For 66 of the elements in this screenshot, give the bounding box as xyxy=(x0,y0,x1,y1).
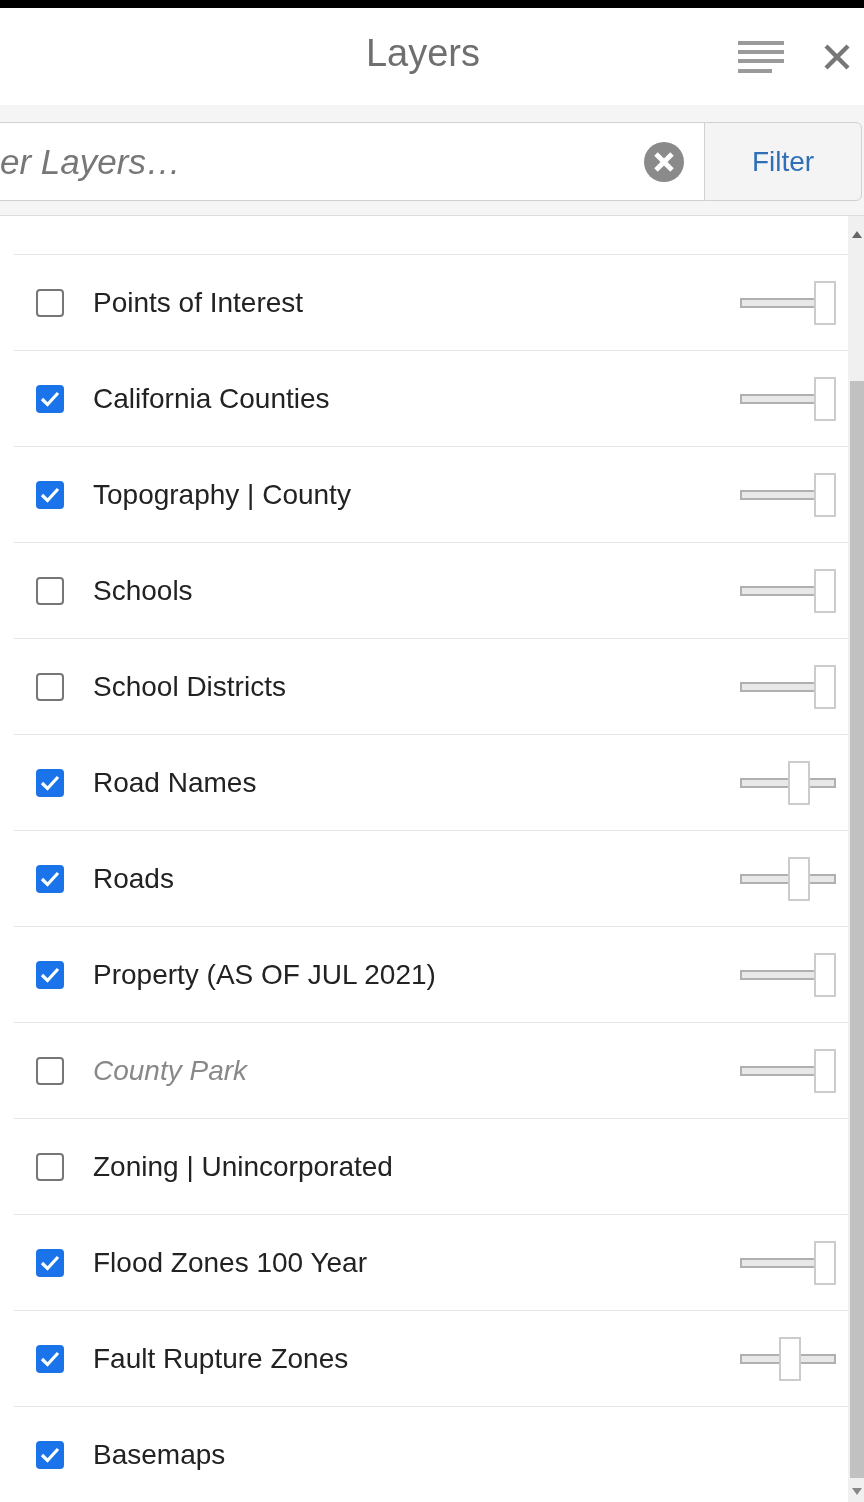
checkbox[interactable] xyxy=(36,480,64,509)
clear-icon[interactable] xyxy=(644,141,684,182)
checkbox[interactable] xyxy=(36,672,64,701)
checkmark-icon xyxy=(40,390,60,407)
checkmark-icon xyxy=(40,1350,60,1367)
layer-name: Points of Interest xyxy=(93,286,304,319)
filter-button[interactable]: Filter xyxy=(704,122,862,201)
opacity-slider[interactable] xyxy=(740,952,836,997)
layer-name: California Counties xyxy=(93,382,330,415)
slider-handle[interactable] xyxy=(778,1336,801,1381)
opacity-slider[interactable] xyxy=(740,1336,836,1381)
checkmark-icon xyxy=(40,1254,60,1271)
slider-handle[interactable] xyxy=(814,568,837,613)
close-icon[interactable] xyxy=(824,43,850,70)
checkbox[interactable] xyxy=(36,1440,64,1469)
slider-handle[interactable] xyxy=(814,1048,837,1093)
layer-name: Property (AS OF JUL 2021) xyxy=(93,958,436,991)
checkbox[interactable] xyxy=(36,576,64,605)
layer-name: Basemaps xyxy=(93,1438,226,1471)
layer-name: Topography | County xyxy=(93,478,351,511)
checkbox[interactable] xyxy=(36,864,64,893)
opacity-slider[interactable] xyxy=(740,760,836,805)
checkbox[interactable] xyxy=(36,1344,64,1373)
layer-name: Flood Zones 100 Year xyxy=(93,1246,367,1279)
opacity-slider[interactable] xyxy=(740,856,836,901)
opacity-slider[interactable] xyxy=(740,1240,836,1285)
opacity-slider[interactable] xyxy=(740,568,836,613)
checkbox[interactable] xyxy=(36,1056,64,1085)
slider-handle[interactable] xyxy=(814,280,837,325)
checkbox[interactable] xyxy=(36,960,64,989)
layer-name: County Park xyxy=(93,1054,248,1087)
checkmark-icon xyxy=(40,966,60,983)
layer-name: School Districts xyxy=(93,670,286,703)
opacity-slider[interactable] xyxy=(740,376,836,421)
layer-name: Roads xyxy=(93,862,174,895)
slider-handle[interactable] xyxy=(787,760,810,805)
layer-name: Schools xyxy=(93,574,193,607)
search-input[interactable]: er Layers… xyxy=(0,141,644,182)
checkbox[interactable] xyxy=(36,288,64,317)
checkbox[interactable] xyxy=(36,384,64,413)
checkmark-icon xyxy=(40,486,60,503)
slider-handle[interactable] xyxy=(787,856,810,901)
layer-name: Fault Rupture Zones xyxy=(93,1342,349,1375)
opacity-slider[interactable] xyxy=(740,664,836,709)
scroll-down-icon[interactable] xyxy=(852,1488,862,1496)
checkmark-icon xyxy=(40,1446,60,1463)
checkmark-icon xyxy=(40,870,60,887)
checkbox[interactable] xyxy=(36,1152,64,1181)
menu-icon[interactable] xyxy=(738,39,784,74)
scroll-up-icon[interactable] xyxy=(852,230,862,238)
slider-handle[interactable] xyxy=(814,472,837,517)
opacity-slider[interactable] xyxy=(740,280,836,325)
opacity-slider[interactable] xyxy=(740,1048,836,1093)
slider-handle[interactable] xyxy=(814,664,837,709)
slider-handle[interactable] xyxy=(814,1240,837,1285)
slider-handle[interactable] xyxy=(814,376,837,421)
checkbox[interactable] xyxy=(36,1248,64,1277)
layer-name: Zoning | Unincorporated xyxy=(93,1150,393,1183)
checkmark-icon xyxy=(40,774,60,791)
scrollbar[interactable] xyxy=(848,216,864,1502)
opacity-slider[interactable] xyxy=(740,472,836,517)
search-field[interactable]: er Layers… xyxy=(0,122,704,201)
slider-handle[interactable] xyxy=(814,952,837,997)
panel-title: Layers xyxy=(365,32,481,75)
layer-name: Road Names xyxy=(93,766,257,799)
checkbox[interactable] xyxy=(36,768,64,797)
